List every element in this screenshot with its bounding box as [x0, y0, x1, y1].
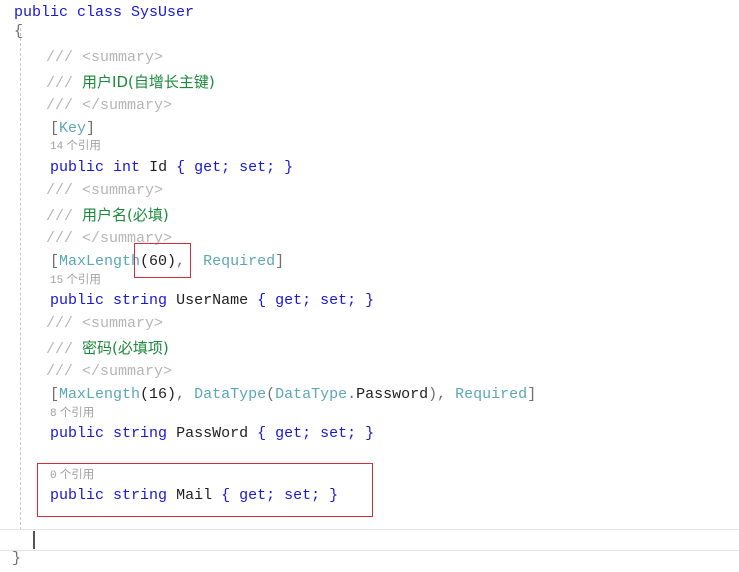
doc-slashes: ///	[46, 230, 74, 247]
keyword-public: public	[50, 292, 105, 309]
doc-text-password: 密码(必填项)	[82, 339, 169, 357]
code-line-doc-text-1: /// 用户ID(自增长主键)	[46, 72, 215, 94]
codelens-reference-count-mail[interactable]: 0 个引用	[50, 468, 94, 483]
comma-separator: ,	[176, 253, 186, 270]
doc-text-userid: 用户ID(自增长主键)	[82, 73, 215, 91]
code-line-property-username: public string UserName { get; set; }	[50, 291, 374, 311]
doc-tag-summary: <summary>	[82, 182, 164, 199]
brace-open: {	[14, 23, 24, 40]
code-line-class-declaration: public class SysUser	[14, 3, 194, 23]
property-name-id: Id	[149, 159, 168, 176]
codelens-reference-count-username[interactable]: 15 个引用	[50, 273, 101, 288]
keyword-string: string	[113, 425, 168, 442]
indent-guide-line	[20, 28, 21, 540]
bracket-close: ]	[86, 120, 96, 137]
doc-slashes: ///	[46, 341, 74, 358]
enum-type-datatype: DataType	[275, 386, 348, 403]
doc-slashes: ///	[46, 49, 74, 66]
code-line-attribute-username: [MaxLength(60), Required]	[50, 252, 284, 272]
property-name-mail: Mail	[176, 487, 213, 504]
doc-tag-summary-end: </summary>	[82, 230, 173, 247]
keyword-public: public	[50, 487, 105, 504]
codelens-reference-count-id[interactable]: 14 个引用	[50, 139, 101, 154]
ref-count-label: 个引用	[63, 140, 101, 152]
paren-open: (	[266, 386, 276, 403]
attribute-required: Required	[455, 386, 528, 403]
attribute-maxlength: MaxLength	[59, 386, 141, 403]
code-line-class-open-brace: {	[14, 22, 23, 42]
bracket-close: ]	[275, 253, 285, 270]
keyword-public: public	[50, 159, 105, 176]
code-line-summary-open-3: /// <summary>	[46, 314, 163, 334]
bracket-close: ]	[527, 386, 537, 403]
doc-slashes: ///	[46, 363, 74, 380]
code-line-attribute-key: [Key]	[50, 119, 95, 139]
bracket-open: [	[50, 253, 60, 270]
code-line-summary-close-2: /// </summary>	[46, 229, 172, 249]
keyword-string: string	[113, 292, 168, 309]
doc-tag-summary: <summary>	[82, 49, 164, 66]
ref-count-label: 个引用	[56, 469, 95, 481]
comma-separator: ,	[437, 386, 456, 403]
ref-count-label: 个引用	[63, 274, 101, 286]
bracket-open: [	[50, 386, 60, 403]
attribute-maxlength-arg: (16)	[140, 386, 177, 403]
code-line-class-close-brace: }	[12, 549, 21, 569]
ref-count-number: 8	[50, 408, 57, 420]
code-line-summary-open-1: /// <summary>	[46, 48, 163, 68]
ref-count-number: 15	[50, 275, 64, 287]
code-editor-surface[interactable]: public class SysUser { /// <summary> ///…	[0, 0, 739, 572]
property-accessors: { get; set; }	[176, 159, 294, 176]
doc-tag-summary: <summary>	[82, 315, 164, 332]
doc-slashes: ///	[46, 75, 74, 92]
attribute-required: Required	[203, 253, 276, 270]
text-caret	[33, 531, 35, 549]
doc-tag-summary-open	[73, 49, 82, 66]
doc-slashes: ///	[46, 315, 74, 332]
dot-operator: .	[347, 386, 357, 403]
property-name-username: UserName	[176, 292, 249, 309]
code-line-summary-close-3: /// </summary>	[46, 362, 172, 382]
attribute-datatype: DataType	[194, 386, 267, 403]
doc-tag-summary-end: </summary>	[82, 97, 173, 114]
paren-close: )	[428, 386, 438, 403]
bracket-open: [	[50, 120, 60, 137]
doc-slashes: ///	[46, 208, 74, 225]
attribute-maxlength-arg: (60)	[140, 253, 177, 270]
code-line-summary-open-2: /// <summary>	[46, 181, 163, 201]
code-line-property-mail: public string Mail { get; set; }	[50, 486, 338, 506]
ref-count-number: 14	[50, 141, 64, 153]
keyword-public: public class SysUser	[14, 4, 195, 21]
keyword-string: string	[113, 487, 168, 504]
code-line-doc-text-2: /// 用户名(必填)	[46, 205, 169, 227]
ref-count-number: 0	[50, 470, 57, 482]
doc-text-username: 用户名(必填)	[82, 206, 169, 224]
property-name-password: PassWord	[176, 425, 249, 442]
property-accessors: { get; set; }	[257, 292, 375, 309]
attribute-maxlength: MaxLength	[59, 253, 141, 270]
code-line-property-id: public int Id { get; set; }	[50, 158, 293, 178]
comma-separator: ,	[176, 386, 195, 403]
code-line-property-password: public string PassWord { get; set; }	[50, 424, 374, 444]
property-accessors: { get; set; }	[257, 425, 375, 442]
attribute-key: Key	[59, 120, 87, 137]
brace-close: }	[12, 550, 22, 567]
codelens-reference-count-password[interactable]: 8 个引用	[50, 406, 94, 421]
doc-tag-summary-end: </summary>	[82, 363, 173, 380]
keyword-int: int	[113, 159, 141, 176]
doc-slashes: ///	[46, 97, 74, 114]
ref-count-label: 个引用	[56, 407, 95, 419]
property-accessors: { get; set; }	[221, 487, 339, 504]
current-line-highlight	[0, 529, 739, 551]
enum-member-password: Password	[356, 386, 429, 403]
doc-slashes: ///	[46, 182, 74, 199]
code-line-attribute-password: [MaxLength(16), DataType(DataType.Passwo…	[50, 385, 536, 405]
keyword-public: public	[50, 425, 105, 442]
code-line-summary-close-1: /// </summary>	[46, 96, 172, 116]
code-line-doc-text-3: /// 密码(必填项)	[46, 338, 169, 360]
